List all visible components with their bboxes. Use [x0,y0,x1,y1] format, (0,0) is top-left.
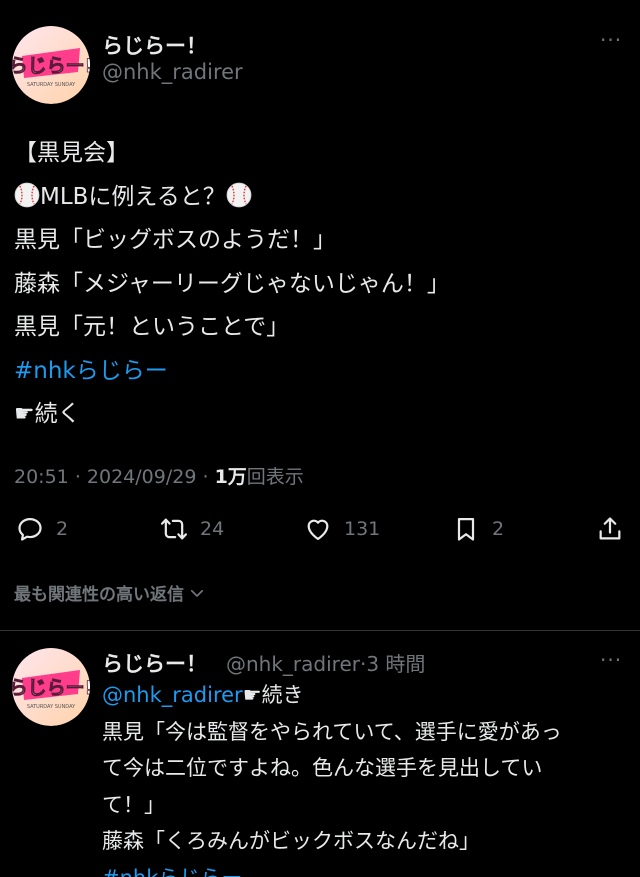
svg-text:SATURDAY SUNDAY: SATURDAY SUNDAY [27,704,76,710]
radirer-logo-icon: らじらー! SATURDAY SUNDAY [12,26,90,104]
meta-separator: · [202,466,215,488]
like-count: 131 [344,518,381,540]
hashtag-link[interactable]: #nhkらじらー [14,350,626,394]
bookmark-icon [457,517,475,541]
views-count: 1万 [214,466,247,488]
tweet-time[interactable]: 20:51 [14,466,69,488]
reply-sort-label: 最も関連性の高い返信 [14,585,184,605]
reply-line: @nhk_radirer☛続き [102,677,622,714]
bookmark-count: 2 [492,518,505,540]
tweet-line: 【黒見会】 [14,140,129,166]
share-button[interactable] [596,508,636,550]
svg-text:らじらー!: らじらー! [12,677,90,699]
retweet-button[interactable]: 24 [160,508,224,550]
tweet-text: 【黒見会】 MLBに例えると？ 黒見「ビッグボスのようだ！」 藤森「メジャーリー… [14,132,626,437]
tweet-line: 黒見「ビッグボスのようだ！」 [14,227,336,253]
avatar[interactable]: らじらー! SATURDAY SUNDAY [12,648,90,726]
user-handle[interactable]: @nhk_radirer [102,60,243,84]
tweet-line: ☛続く [14,401,81,427]
display-name[interactable]: らじらー！ [102,30,207,60]
radirer-logo-icon: らじらー! SATURDAY SUNDAY [12,648,90,726]
svg-text:SATURDAY SUNDAY: SATURDAY SUNDAY [27,82,76,88]
heart-icon [307,519,329,541]
retweet-icon [160,518,188,540]
reply-line: て！」 [102,792,165,817]
share-icon [599,517,621,540]
chevron-down-icon [190,589,204,597]
avatar[interactable]: らじらー! SATURDAY SUNDAY [12,26,90,104]
divider [0,630,640,631]
tweet-date[interactable]: 2024/09/29 [87,466,197,488]
views-label: 回表示 [246,466,304,488]
tweet-line: 藤森「メジャーリーグじゃないじゃん！」 [14,270,450,297]
hashtag-link[interactable]: #nhkらじらー [102,860,622,877]
svg-text:らじらー!: らじらー! [12,55,90,77]
mention-link[interactable]: @nhk_radirer [102,683,243,707]
like-button[interactable]: 131 [304,508,380,550]
more-dots-icon[interactable]: ··· [600,28,622,52]
baseball-icon [226,182,252,207]
reply-line: 黒見「今は監督をやられていて、選手に愛があっ [102,719,562,744]
tweet-line-text: MLBに例えると？ [40,183,226,210]
reply-count: 2 [56,518,69,540]
reply-mention-suffix: ☛続き [242,683,304,707]
reply-text: @nhk_radirer☛続き 黒見「今は監督をやられていて、選手に愛があっ て… [102,677,622,877]
reply-icon [18,517,42,541]
reply-handle[interactable]: @nhk_radirer [226,652,360,676]
reply-meta: @nhk_radirer·3 時間 [226,648,425,677]
baseball-icon [14,182,40,207]
reply-button[interactable]: 2 [16,508,68,550]
action-bar: 2 24 131 2 [0,508,640,550]
reply-time[interactable]: 3 時間 [366,652,425,676]
tweet-line: 黒見「元！ということで」 [14,314,290,340]
bookmark-button[interactable]: 2 [452,508,504,550]
reply-line: 藤森「くろみんがビックボスなんだね」 [102,829,480,853]
meta-separator: · [74,466,87,488]
tweet-line: MLBに例えると？ [14,176,626,220]
reply-sort-selector[interactable]: 最も関連性の高い返信 [14,580,206,605]
retweet-count: 24 [200,518,225,540]
more-dots-icon[interactable]: ··· [600,648,622,672]
tweet-meta: 20:51 · 2024/09/29 · 1万回表示 [14,462,304,489]
reply-display-name[interactable]: らじらー！ [102,648,207,678]
reply-line: て今は二位ですよね。色んな選手を見出してい [102,756,543,780]
